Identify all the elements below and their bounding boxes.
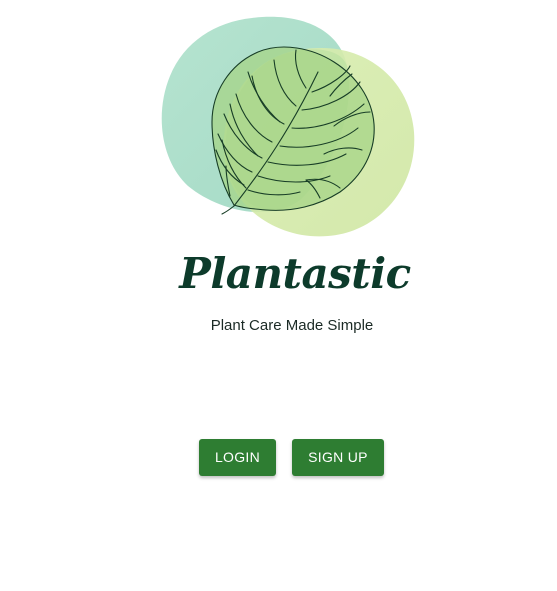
monstera-leaf-icon	[161, 16, 415, 237]
app-title: Plantastic	[179, 249, 411, 298]
welcome-screen: Plantastic Plant Care Made Simple LOGIN …	[0, 0, 557, 591]
signup-button[interactable]: SIGN UP	[292, 439, 384, 476]
tagline: Plant Care Made Simple	[210, 317, 374, 334]
logo	[155, 14, 420, 240]
login-button[interactable]: LOGIN	[199, 439, 276, 476]
